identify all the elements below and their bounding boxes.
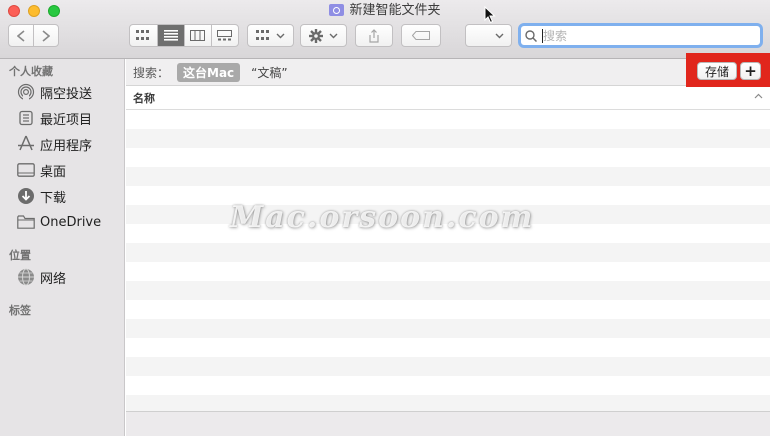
list-item <box>126 395 770 411</box>
search-input[interactable] <box>543 28 743 43</box>
chevron-right-icon <box>42 29 50 42</box>
list-item <box>126 319 770 338</box>
group-icon <box>256 30 269 40</box>
tags-button[interactable] <box>401 24 441 47</box>
applications-icon <box>17 135 35 153</box>
scope-documents-button[interactable]: “文稿” <box>251 64 287 81</box>
sidebar-item-desktop[interactable]: 桌面 <box>17 159 66 181</box>
list-view-button[interactable] <box>157 25 185 46</box>
save-button[interactable]: 存储 <box>697 62 737 80</box>
sidebar-item-label: 桌面 <box>40 164 67 180</box>
sidebar-item-label: 应用程序 <box>40 138 93 154</box>
search-scope-bar: 搜索： 这台Mac “文稿” <box>126 59 770 86</box>
share-button[interactable] <box>355 24 393 47</box>
window-title-text: 新建智能文件夹 <box>349 3 441 18</box>
file-list <box>126 110 770 411</box>
sidebar-item-airdrop[interactable]: 隔空投送 <box>17 81 92 103</box>
search-scope-dropdown[interactable] <box>465 24 512 47</box>
column-view-button[interactable] <box>185 25 212 46</box>
gear-icon <box>309 28 323 43</box>
recents-icon <box>17 109 35 127</box>
list-item <box>126 376 770 395</box>
list-icon <box>163 30 178 41</box>
add-criteria-button[interactable]: + <box>740 62 761 80</box>
list-item <box>126 129 770 148</box>
list-item <box>126 167 770 186</box>
watermark-text: Mac.orsoon.com <box>230 200 535 235</box>
name-column-header[interactable]: 名称 <box>133 90 155 106</box>
sidebar: 个人收藏 隔空投送 最近项目 应用程序 桌面 下载 OneDrive 位置 网络… <box>0 59 125 436</box>
sidebar-item-downloads[interactable]: 下载 <box>17 185 66 207</box>
icon-view-button[interactable] <box>130 25 158 46</box>
list-item <box>126 148 770 167</box>
window-title: 新建智能文件夹 <box>0 3 770 19</box>
grid-icon <box>136 30 150 40</box>
tags-header: 标签 <box>9 304 31 317</box>
scope-label: 搜索： <box>133 65 170 80</box>
sidebar-item-recents[interactable]: 最近项目 <box>17 107 92 129</box>
sidebar-item-label: 最近项目 <box>40 112 93 128</box>
airdrop-icon <box>17 83 35 101</box>
sidebar-item-label: 网络 <box>40 271 67 287</box>
smart-folder-icon <box>329 4 345 16</box>
list-item <box>126 110 770 129</box>
list-item <box>126 300 770 319</box>
desktop-icon <box>17 161 35 179</box>
view-mode-control <box>129 24 239 47</box>
downloads-icon <box>17 187 35 205</box>
search-icon <box>525 29 537 42</box>
network-icon <box>17 268 35 286</box>
scope-this-mac-button[interactable]: 这台Mac <box>177 62 241 82</box>
search-field[interactable] <box>518 23 763 48</box>
column-header: 名称 <box>126 87 770 110</box>
sidebar-item-label: 隔空投送 <box>40 86 93 102</box>
sidebar-item-onedrive[interactable]: OneDrive <box>17 211 101 233</box>
sort-chevron-up-icon[interactable] <box>754 93 763 99</box>
sidebar-item-label: 下载 <box>40 190 67 206</box>
list-item <box>126 262 770 281</box>
chevron-down-icon <box>329 33 338 38</box>
nav-back-forward <box>8 24 59 47</box>
gallery-icon <box>217 30 233 41</box>
group-by-button[interactable] <box>247 24 294 47</box>
toolbar: 新建智能文件夹 <box>0 0 770 59</box>
chevron-left-icon <box>16 29 25 42</box>
tag-icon <box>412 31 430 40</box>
favorites-header: 个人收藏 <box>9 65 53 78</box>
list-item <box>126 357 770 376</box>
folder-icon <box>17 213 35 231</box>
list-item <box>126 243 770 262</box>
sidebar-item-network[interactable]: 网络 <box>17 266 66 288</box>
chevron-down-icon <box>276 33 285 38</box>
locations-header: 位置 <box>9 249 31 262</box>
list-item <box>126 338 770 357</box>
mouse-pointer-icon <box>484 6 496 24</box>
main-content: 搜索： 这台Mac “文稿” 存储 + 名称 <box>126 53 770 436</box>
forward-button[interactable] <box>34 25 58 46</box>
columns-icon <box>190 30 206 41</box>
status-bar <box>126 411 770 436</box>
chevron-down-icon <box>495 33 504 38</box>
gallery-view-button[interactable] <box>212 25 239 46</box>
sidebar-item-label: OneDrive <box>40 214 102 230</box>
share-icon <box>369 28 379 43</box>
action-button[interactable] <box>300 24 347 47</box>
back-button[interactable] <box>9 25 34 46</box>
sidebar-item-applications[interactable]: 应用程序 <box>17 133 92 155</box>
list-item <box>126 281 770 300</box>
